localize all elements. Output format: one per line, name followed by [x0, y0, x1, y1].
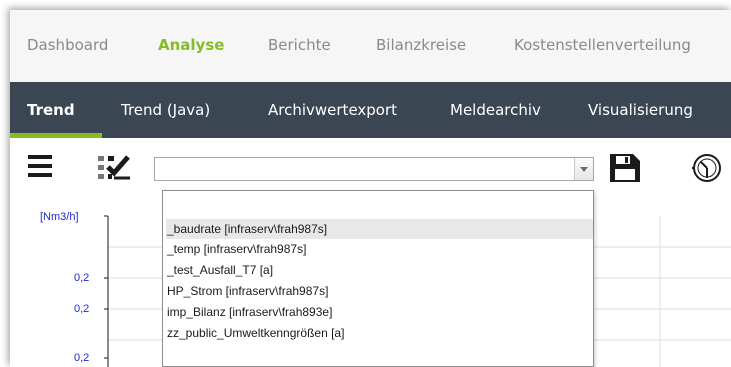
tab-archivwertexport[interactable]: Archivwertexport: [268, 82, 397, 138]
list-item[interactable]: zz_public_Umweltkenngrößen [a]: [166, 323, 593, 343]
chevron-down-icon[interactable]: [574, 158, 593, 180]
tab-visualisierung[interactable]: Visualisierung: [588, 82, 693, 138]
clock-icon[interactable]: [690, 152, 724, 184]
tab-trend[interactable]: Trend: [27, 82, 75, 138]
nav-dashboard[interactable]: Dashboard: [27, 36, 108, 54]
nav-bilanzkreise[interactable]: Bilanzkreise: [376, 36, 466, 54]
nav-kostenstellenverteilung[interactable]: Kostenstellenverteilung: [514, 36, 691, 54]
list-item[interactable]: _temp [infraserv\frah987s]: [166, 239, 593, 259]
list-item[interactable]: _baudrate [infraserv\frah987s]: [166, 219, 593, 239]
tab-meldearchiv[interactable]: Meldearchiv: [450, 82, 541, 138]
toolbar: [10, 138, 731, 198]
main-navigation: Dashboard Analyse Berichte Bilanzkreise …: [10, 10, 731, 83]
y-tick-label: 0,2: [74, 303, 90, 315]
nav-berichte[interactable]: Berichte: [268, 36, 331, 54]
checklist-icon[interactable]: [98, 154, 132, 180]
list-item[interactable]: imp_Bilanz [infraserv\frah893e]: [166, 302, 593, 322]
y-tick-label: 0,2: [74, 272, 90, 284]
tab-trend-java[interactable]: Trend (Java): [121, 82, 210, 138]
variable-dropdown-list: _baudrate [infraserv\frah987s] _temp [in…: [162, 190, 594, 367]
menu-icon[interactable]: [28, 155, 52, 177]
variable-select[interactable]: [154, 157, 594, 181]
y-axis-unit: [Nm3/h]: [40, 211, 79, 223]
list-item[interactable]: _test_Ausfall_T7 [a]: [166, 260, 593, 280]
save-icon[interactable]: [608, 152, 642, 184]
list-item[interactable]: HP_Strom [infraserv\frah987s]: [166, 281, 593, 301]
sub-navigation: Trend Trend (Java) Archivwertexport Meld…: [10, 82, 731, 138]
app-window: Dashboard Analyse Berichte Bilanzkreise …: [10, 10, 731, 367]
nav-analyse[interactable]: Analyse: [158, 36, 224, 54]
y-tick-label: 0,2: [74, 352, 90, 364]
